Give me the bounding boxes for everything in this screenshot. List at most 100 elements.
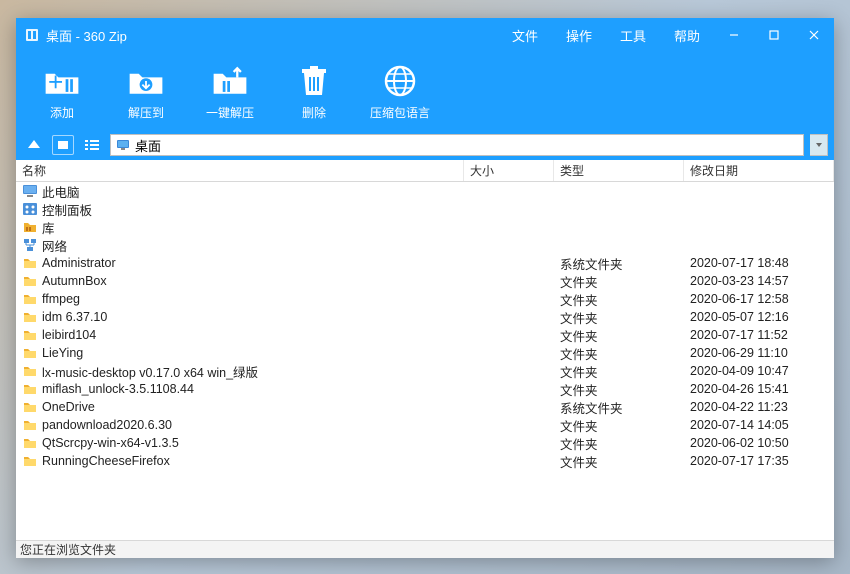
- file-date: 2020-06-02 10:50: [684, 436, 834, 450]
- view-large-icons-button[interactable]: [52, 135, 74, 155]
- folder-icon: [22, 291, 38, 307]
- lang-label: 压缩包语言: [370, 104, 430, 121]
- folder-icon: [22, 417, 38, 433]
- one-click-extract-button[interactable]: 一键解压: [202, 62, 258, 121]
- view-list-button[interactable]: [80, 133, 104, 157]
- extract-to-button[interactable]: 解压到: [118, 62, 174, 121]
- one-click-extract-label: 一键解压: [206, 104, 254, 121]
- folder-icon: [22, 255, 38, 271]
- add-label: 添加: [50, 104, 74, 121]
- folder-icon: [22, 381, 38, 397]
- file-date: 2020-07-17 11:52: [684, 328, 834, 342]
- file-type: 文件夹: [554, 380, 684, 399]
- desktop-icon: [115, 137, 131, 153]
- file-type: 文件夹: [554, 290, 684, 309]
- folder-icon: [22, 399, 38, 415]
- folder-icon: [22, 435, 38, 451]
- control-icon: [22, 201, 38, 217]
- file-row[interactable]: RunningCheeseFirefox文件夹2020-07-17 17:35: [16, 452, 834, 470]
- maximize-button[interactable]: [754, 18, 794, 52]
- folder-icon: [22, 309, 38, 325]
- path-input[interactable]: [135, 138, 799, 153]
- file-type: 文件夹: [554, 326, 684, 345]
- file-row[interactable]: Administrator系统文件夹2020-07-17 18:48: [16, 254, 834, 272]
- file-row[interactable]: idm 6.37.10文件夹2020-05-07 12:16: [16, 308, 834, 326]
- path-dropdown-button[interactable]: [810, 134, 828, 156]
- window-title: 桌面 - 360 Zip: [46, 26, 127, 45]
- file-type: 系统文件夹: [554, 398, 684, 417]
- file-name: leibird104: [42, 328, 96, 342]
- toolbar: 添加 解压到 一键解压 删除 压缩包语言: [16, 52, 834, 130]
- file-name: 网络: [42, 236, 67, 255]
- statusbar: 您正在浏览文件夹: [16, 540, 834, 558]
- col-header-size[interactable]: 大小: [464, 160, 554, 181]
- network-icon: [22, 237, 38, 253]
- menu-action[interactable]: 操作: [552, 18, 606, 52]
- menu-tools[interactable]: 工具: [606, 18, 660, 52]
- menu-help[interactable]: 帮助: [660, 18, 714, 52]
- file-date: 2020-04-26 15:41: [684, 382, 834, 396]
- file-row[interactable]: lx-music-desktop v0.17.0 x64 win_绿版文件夹20…: [16, 362, 834, 380]
- file-name: QtScrcpy-win-x64-v1.3.5: [42, 436, 179, 450]
- file-type: 文件夹: [554, 344, 684, 363]
- folder-icon: [22, 345, 38, 361]
- file-name: miflash_unlock-3.5.1108.44: [42, 382, 194, 396]
- file-date: 2020-04-22 11:23: [684, 400, 834, 414]
- file-type: 文件夹: [554, 272, 684, 291]
- add-button[interactable]: 添加: [34, 62, 90, 121]
- globe-icon: [380, 62, 420, 100]
- file-row[interactable]: AutumnBox文件夹2020-03-23 14:57: [16, 272, 834, 290]
- file-row[interactable]: OneDrive系统文件夹2020-04-22 11:23: [16, 398, 834, 416]
- col-header-name[interactable]: 名称: [16, 160, 464, 181]
- file-name: LieYing: [42, 346, 83, 360]
- file-row[interactable]: 此电脑: [16, 182, 834, 200]
- file-type: 文件夹: [554, 416, 684, 435]
- file-name: 库: [42, 218, 55, 237]
- app-window: 桌面 - 360 Zip 文件 操作 工具 帮助 添加 解压: [16, 18, 834, 558]
- file-name: 此电脑: [42, 182, 80, 201]
- file-row[interactable]: miflash_unlock-3.5.1108.44 文件夹2020-04-26 …: [16, 380, 834, 398]
- file-list[interactable]: 此电脑控制面板库网络Administrator系统文件夹2020-07-17 1…: [16, 182, 834, 540]
- folder-icon: [22, 453, 38, 469]
- file-type: 文件夹: [554, 362, 684, 381]
- file-type: 文件夹: [554, 434, 684, 453]
- computer-icon: [22, 183, 38, 199]
- add-icon: [42, 62, 82, 100]
- file-date: 2020-06-17 12:58: [684, 292, 834, 306]
- file-row[interactable]: leibird104 文件夹2020-07-17 11:52: [16, 326, 834, 344]
- file-name: ffmpeg: [42, 292, 80, 306]
- library-icon: [22, 219, 38, 235]
- close-button[interactable]: [794, 18, 834, 52]
- file-row[interactable]: pandownload2020.6.30文件夹2020-07-14 14:05: [16, 416, 834, 434]
- extract-to-icon: [126, 62, 166, 100]
- file-date: 2020-03-23 14:57: [684, 274, 834, 288]
- menu-file[interactable]: 文件: [498, 18, 552, 52]
- lang-button[interactable]: 压缩包语言: [370, 62, 430, 121]
- file-row[interactable]: LieYing 文件夹2020-06-29 11:10: [16, 344, 834, 362]
- file-type: 文件夹: [554, 308, 684, 327]
- file-date: 2020-07-17 18:48: [684, 256, 834, 270]
- file-type: 文件夹: [554, 452, 684, 471]
- extract-to-label: 解压到: [128, 104, 164, 121]
- trash-icon: [294, 62, 334, 100]
- titlebar: 桌面 - 360 Zip 文件 操作 工具 帮助: [16, 18, 834, 52]
- file-row[interactable]: 网络: [16, 236, 834, 254]
- folder-icon: [22, 327, 38, 343]
- nav-up-button[interactable]: [22, 133, 46, 157]
- status-text: 您正在浏览文件夹: [20, 541, 116, 558]
- file-row[interactable]: 库: [16, 218, 834, 236]
- file-name: RunningCheeseFirefox: [42, 454, 170, 468]
- file-date: 2020-06-29 11:10: [684, 346, 834, 360]
- file-date: 2020-05-07 12:16: [684, 310, 834, 324]
- path-bar[interactable]: [110, 134, 804, 156]
- file-row[interactable]: 控制面板: [16, 200, 834, 218]
- minimize-button[interactable]: [714, 18, 754, 52]
- main-menu: 文件 操作 工具 帮助: [498, 18, 714, 52]
- file-row[interactable]: ffmpeg 文件夹2020-06-17 12:58: [16, 290, 834, 308]
- col-header-date[interactable]: 修改日期: [684, 160, 834, 181]
- col-header-type[interactable]: 类型: [554, 160, 684, 181]
- file-date: 2020-07-14 14:05: [684, 418, 834, 432]
- one-click-extract-icon: [210, 62, 250, 100]
- file-row[interactable]: QtScrcpy-win-x64-v1.3.5 文件夹2020-06-02 10:…: [16, 434, 834, 452]
- delete-button[interactable]: 删除: [286, 62, 342, 121]
